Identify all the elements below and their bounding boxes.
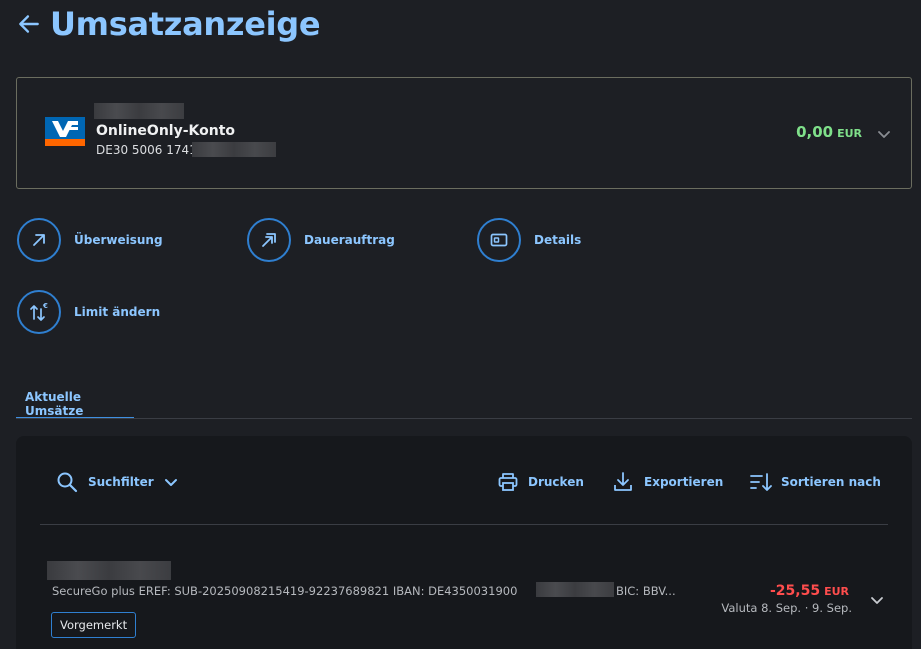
search-icon bbox=[57, 472, 78, 493]
transfer-label: Überweisung bbox=[74, 233, 163, 247]
amount-value: -25,55 bbox=[769, 583, 821, 599]
printer-icon bbox=[498, 473, 518, 491]
sort-button[interactable]: Sortieren nach bbox=[749, 471, 881, 493]
redacted-area bbox=[94, 103, 184, 119]
bank-logo-icon bbox=[45, 117, 85, 146]
status-badge: Vorgemerkt bbox=[51, 612, 137, 638]
sort-label: Sortieren nach bbox=[781, 475, 881, 489]
redacted-area bbox=[192, 142, 276, 157]
balance-amount: 0,00 bbox=[796, 123, 834, 141]
page-header: Umsatzanzeige bbox=[16, 2, 321, 46]
account-balance: 0,00 EUR bbox=[796, 123, 862, 141]
transaction-description-tail: BIC: BBV... bbox=[616, 584, 676, 598]
limit-euro-icon: € bbox=[30, 302, 48, 321]
account-name: OnlineOnly-Konto bbox=[96, 123, 236, 139]
change-limit-label: Limit ändern bbox=[74, 305, 161, 319]
standing-order-button[interactable]: Dauerauftrag bbox=[247, 218, 395, 262]
redacted-area bbox=[47, 561, 171, 580]
chevron-down-icon[interactable] bbox=[877, 127, 891, 141]
card-details-icon bbox=[490, 233, 508, 247]
action-circle bbox=[247, 218, 291, 262]
search-filter-label: Suchfilter bbox=[88, 475, 154, 489]
transaction-amount: -25,55 EUR bbox=[770, 583, 849, 599]
details-button[interactable]: Details bbox=[477, 218, 581, 262]
transaction-description: SecureGo plus EREF: SUB-20250908215419-9… bbox=[52, 584, 518, 598]
page-title: Umsatzanzeige bbox=[50, 5, 321, 43]
amount-currency: EUR bbox=[824, 585, 849, 598]
export-label: Exportieren bbox=[644, 475, 724, 489]
print-label: Drucken bbox=[528, 475, 584, 489]
change-limit-button[interactable]: € Limit ändern bbox=[17, 290, 160, 334]
svg-text:€: € bbox=[42, 302, 48, 310]
tab-label: Aktuelle Umsätze bbox=[25, 390, 84, 418]
action-circle bbox=[17, 218, 61, 262]
standing-order-icon bbox=[262, 233, 276, 247]
transfer-arrow-icon bbox=[33, 234, 45, 246]
print-button[interactable]: Drucken bbox=[497, 471, 584, 493]
chevron-down-icon[interactable] bbox=[870, 593, 884, 607]
account-card[interactable]: OnlineOnly-Konto DE30 5006 1741 0,00 EUR bbox=[16, 77, 912, 189]
transaction-valuta: Valuta 8. Sep. · 9. Sep. bbox=[721, 601, 852, 615]
action-circle bbox=[477, 218, 521, 262]
redacted-area bbox=[536, 582, 614, 597]
export-button[interactable]: Exportieren bbox=[612, 471, 723, 493]
balance-currency: EUR bbox=[837, 127, 862, 140]
standing-order-label: Dauerauftrag bbox=[304, 233, 395, 247]
chevron-down-icon bbox=[164, 479, 177, 486]
action-circle: € bbox=[17, 290, 61, 334]
panel-divider bbox=[40, 524, 888, 525]
details-label: Details bbox=[534, 233, 582, 247]
tab-current-transactions[interactable]: Aktuelle Umsätze bbox=[16, 381, 134, 419]
account-iban: DE30 5006 1741 bbox=[96, 143, 197, 157]
tab-divider bbox=[16, 418, 912, 419]
back-arrow-icon[interactable] bbox=[16, 11, 42, 37]
transactions-panel: Suchfilter Drucken Exportieren Sortieren… bbox=[16, 436, 912, 649]
page: Umsatzanzeige OnlineOnly-Konto DE30 5006… bbox=[0, 0, 921, 649]
transfer-button[interactable]: Überweisung bbox=[17, 218, 163, 262]
sort-icon bbox=[750, 473, 772, 491]
search-filter-button[interactable]: Suchfilter bbox=[56, 471, 178, 493]
download-icon bbox=[614, 472, 632, 491]
